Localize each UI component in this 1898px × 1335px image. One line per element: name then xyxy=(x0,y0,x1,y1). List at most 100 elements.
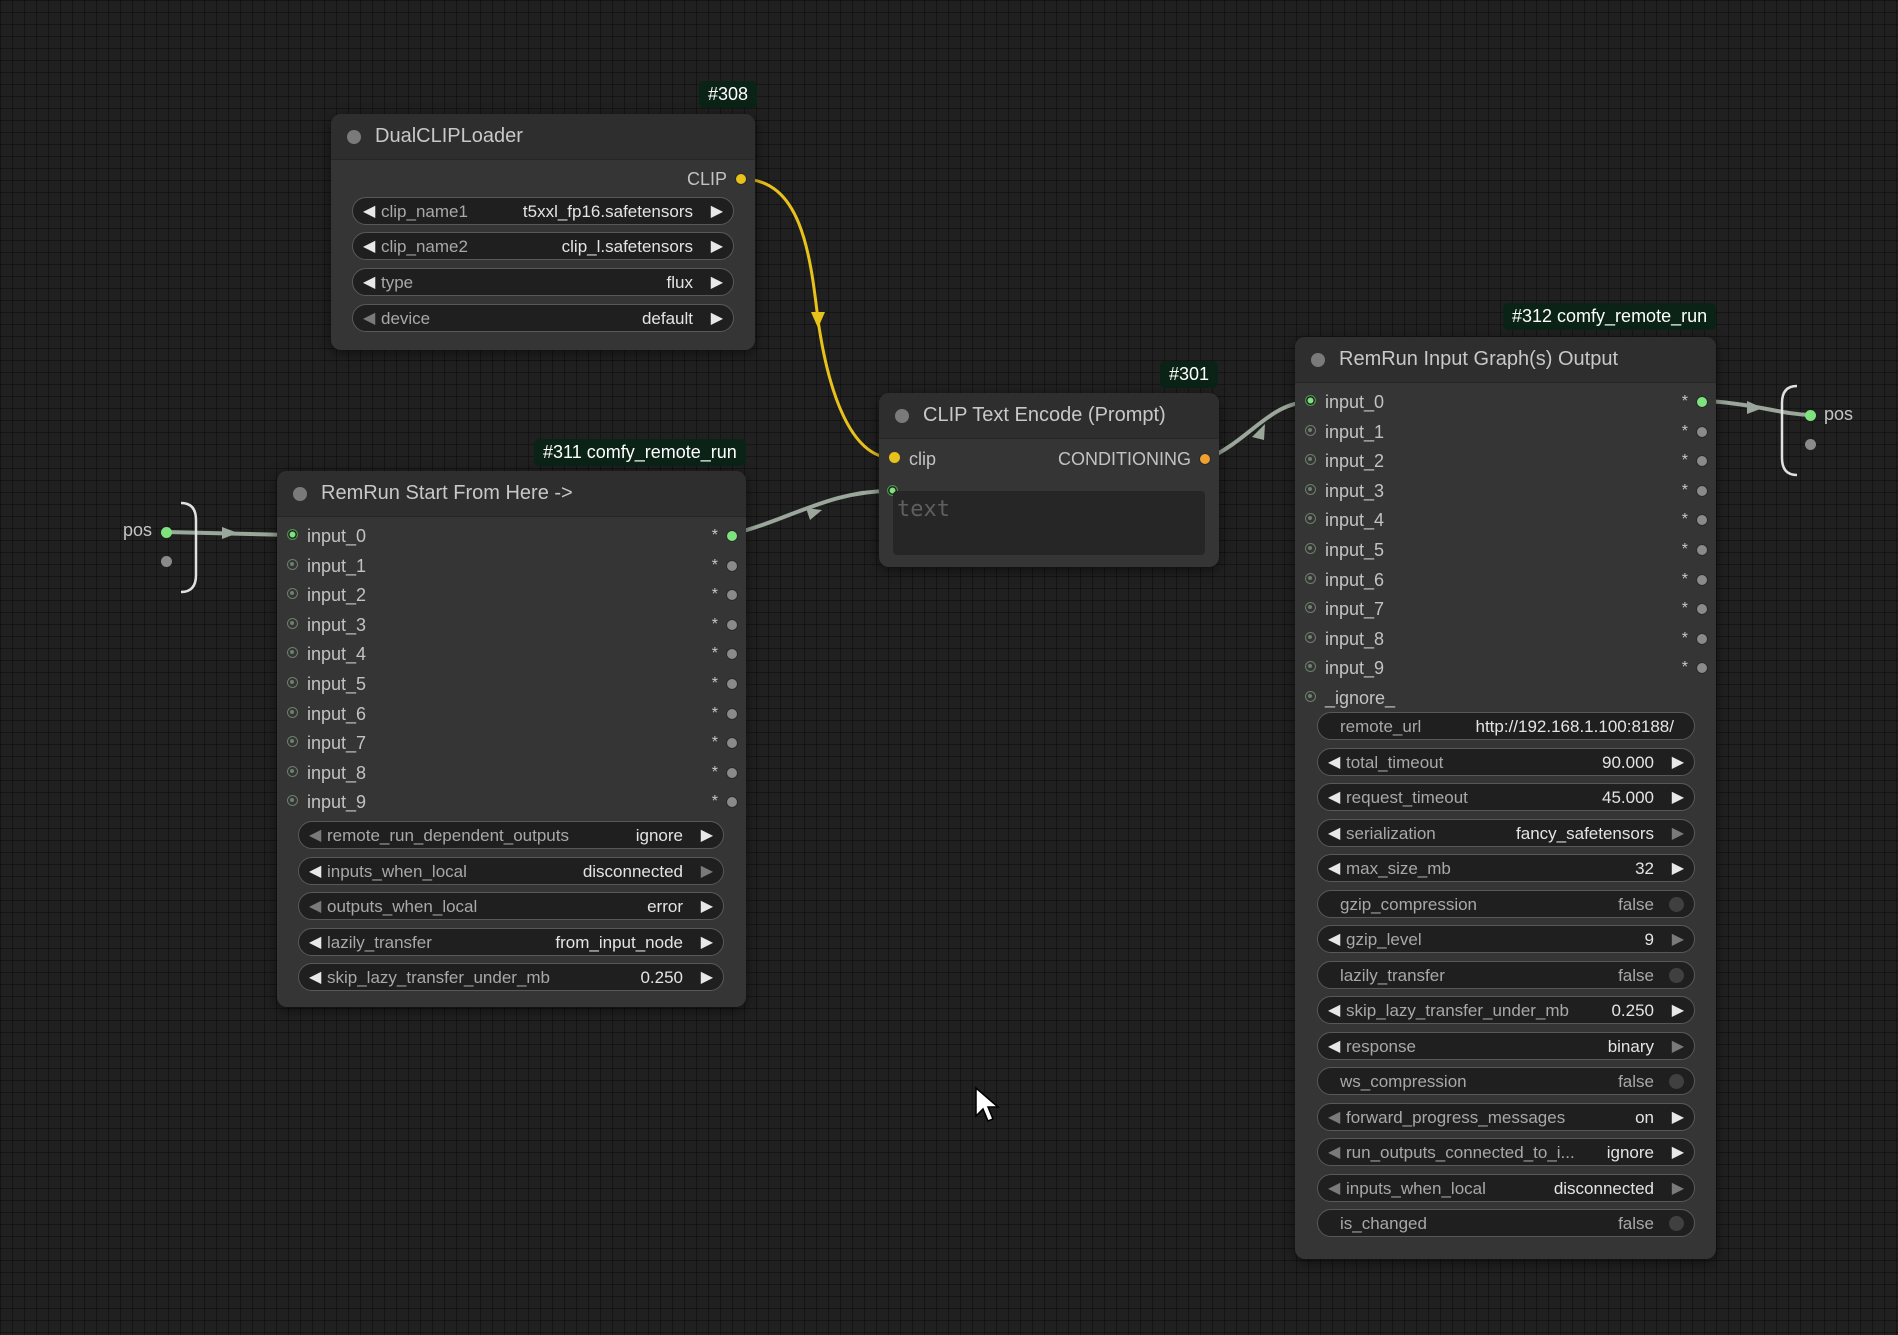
reroute-right-input-slot[interactable] xyxy=(1805,410,1816,421)
increment-arrow-icon[interactable]: ▶ xyxy=(711,305,723,333)
output-slot[interactable] xyxy=(1696,632,1708,645)
increment-arrow-icon[interactable]: ▶ xyxy=(1672,820,1684,848)
widget-type[interactable]: ◀ type flux ▶ xyxy=(352,268,734,296)
decrement-arrow-icon[interactable]: ◀ xyxy=(309,929,321,957)
widget-lazily-transfer[interactable]: ◀ ▶ lazily_transfer from_input_node xyxy=(298,927,724,957)
increment-arrow-icon[interactable]: ▶ xyxy=(1672,1104,1684,1132)
text-prompt-area[interactable]: text xyxy=(893,491,1205,555)
output-slot[interactable] xyxy=(726,618,738,631)
increment-arrow-icon[interactable]: ▶ xyxy=(1672,997,1684,1025)
decrement-arrow-icon[interactable]: ◀ xyxy=(1328,820,1340,848)
input-slot[interactable] xyxy=(1305,631,1316,643)
increment-arrow-icon[interactable]: ▶ xyxy=(711,198,723,226)
node-title-bar[interactable]: RemRun Input Graph(s) Output xyxy=(1295,337,1716,383)
collapse-dot-icon[interactable] xyxy=(1311,353,1325,367)
widget-ws-compression[interactable]: ws_compression false xyxy=(1317,1067,1695,1095)
widget-skip-lazy-transfer-under-mb[interactable]: ◀ ▶ skip_lazy_transfer_under_mb 0.250 xyxy=(298,963,724,992)
widget-remote-run-dependent-outputs[interactable]: ◀ ▶ remote_run_dependent_outputs ignore xyxy=(298,821,724,849)
input-slot[interactable] xyxy=(287,736,298,748)
input-slot[interactable] xyxy=(287,558,298,570)
remrun-input-node[interactable]: RemRun Input Graph(s) Output input_0 * inp… xyxy=(1295,337,1716,1259)
input-slot[interactable] xyxy=(1305,395,1316,406)
decrement-arrow-icon[interactable]: ◀ xyxy=(363,198,375,226)
decrement-arrow-icon[interactable]: ◀ xyxy=(1328,1175,1340,1203)
input-slot[interactable] xyxy=(287,529,298,540)
increment-arrow-icon[interactable]: ▶ xyxy=(1672,1139,1684,1167)
output-slot[interactable] xyxy=(726,559,738,572)
decrement-arrow-icon[interactable]: ◀ xyxy=(1328,855,1340,883)
input-slot[interactable] xyxy=(287,647,298,659)
decrement-arrow-icon[interactable]: ◀ xyxy=(309,964,321,992)
remrun-start-node[interactable]: RemRun Start From Here -> input_0 * input_… xyxy=(277,471,746,1007)
increment-arrow-icon[interactable]: ▶ xyxy=(1672,749,1684,777)
widget-clip-name1[interactable]: ◀ clip_name1 t5xxl_fp16.safetensors ▶ xyxy=(352,197,734,225)
input-slot[interactable] xyxy=(1305,454,1316,466)
widget-max-size-mb[interactable]: ◀ ▶ max_size_mb 32 xyxy=(1317,854,1695,882)
widget-lazily-transfer[interactable]: lazily_transfer false xyxy=(1317,960,1695,989)
output-slot[interactable] xyxy=(726,678,738,690)
widget-device[interactable]: ◀ device default ▶ xyxy=(352,304,734,332)
increment-arrow-icon[interactable]: ▶ xyxy=(1672,926,1684,954)
output-slot[interactable] xyxy=(1696,396,1708,408)
decrement-arrow-icon[interactable]: ◀ xyxy=(309,858,321,886)
widget-inputs-when-local[interactable]: ◀ ▶ inputs_when_local disconnected xyxy=(1317,1173,1695,1203)
widget-remote-url[interactable]: remote_url http://192.168.1.100:8188/ xyxy=(1317,712,1695,740)
widget-clip-name2[interactable]: ◀ clip_name2 clip_l.safetensors ▶ xyxy=(352,232,734,260)
output-slot-clip[interactable] xyxy=(735,173,747,185)
decrement-arrow-icon[interactable]: ◀ xyxy=(1328,1139,1340,1167)
increment-arrow-icon[interactable]: ▶ xyxy=(701,929,713,957)
widget-forward-progress-messages[interactable]: ◀ ▶ forward_progress_messages on xyxy=(1317,1102,1695,1132)
increment-arrow-icon[interactable]: ▶ xyxy=(1672,1033,1684,1061)
widget-run-outputs-connected-to-i[interactable]: ◀ ▶ run_outputs_connected_to_i... ignore xyxy=(1317,1138,1695,1166)
decrement-arrow-icon[interactable]: ◀ xyxy=(1328,926,1340,954)
decrement-arrow-icon[interactable]: ◀ xyxy=(1328,1033,1340,1061)
output-slot[interactable] xyxy=(1696,484,1708,497)
output-slot[interactable] xyxy=(726,589,738,602)
input-slot[interactable] xyxy=(1305,602,1316,614)
output-slot[interactable] xyxy=(726,648,738,661)
input-slot-clip[interactable] xyxy=(889,452,900,463)
collapse-dot-icon[interactable] xyxy=(895,409,909,423)
node-title-bar[interactable]: RemRun Start From Here -> xyxy=(277,471,746,517)
widget-outputs-when-local[interactable]: ◀ ▶ outputs_when_local error xyxy=(298,892,724,921)
output-slot[interactable] xyxy=(1696,455,1708,468)
collapse-dot-icon[interactable] xyxy=(293,487,307,501)
input-slot[interactable] xyxy=(287,617,298,629)
decrement-arrow-icon[interactable]: ◀ xyxy=(309,893,321,921)
input-slot[interactable] xyxy=(1305,424,1316,436)
input-slot[interactable] xyxy=(1305,691,1316,702)
input-slot[interactable] xyxy=(287,795,298,807)
widget-inputs-when-local[interactable]: ◀ ▶ inputs_when_local disconnected xyxy=(298,856,724,886)
output-slot[interactable] xyxy=(1696,425,1708,438)
increment-arrow-icon[interactable]: ▶ xyxy=(1672,784,1684,812)
toggle-knob-icon[interactable] xyxy=(1669,1074,1684,1089)
reroute-left-output-slot[interactable] xyxy=(161,527,172,538)
toggle-knob-icon[interactable] xyxy=(1669,967,1684,983)
input-slot[interactable] xyxy=(287,588,298,600)
toggle-knob-icon[interactable] xyxy=(1669,1216,1684,1231)
increment-arrow-icon[interactable]: ▶ xyxy=(701,893,713,921)
output-slot[interactable] xyxy=(726,737,738,750)
reroute-right-secondary-slot[interactable] xyxy=(1805,439,1816,450)
increment-arrow-icon[interactable]: ▶ xyxy=(701,858,713,886)
decrement-arrow-icon[interactable]: ◀ xyxy=(1328,749,1340,777)
widget-serialization[interactable]: ◀ ▶ serialization fancy_safetensors xyxy=(1317,818,1695,848)
decrement-arrow-icon[interactable]: ◀ xyxy=(1328,997,1340,1025)
widget-response[interactable]: ◀ ▶ response binary xyxy=(1317,1031,1695,1061)
widget-skip-lazy-transfer-under-mb[interactable]: ◀ ▶ skip_lazy_transfer_under_mb 0.250 xyxy=(1317,996,1695,1024)
output-slot[interactable] xyxy=(726,796,738,809)
increment-arrow-icon[interactable]: ▶ xyxy=(701,822,713,850)
output-slot[interactable] xyxy=(1696,573,1708,586)
output-slot[interactable] xyxy=(1696,514,1708,527)
output-slot[interactable] xyxy=(1696,544,1708,556)
input-slot[interactable] xyxy=(1305,661,1316,673)
dualcliploader-node[interactable]: DualCLIPLoader CLIP ◀ clip_name1 t5xxl_f… xyxy=(331,114,755,350)
input-slot[interactable] xyxy=(287,765,298,777)
decrement-arrow-icon[interactable]: ◀ xyxy=(309,822,321,850)
widget-total-timeout[interactable]: ◀ ▶ total_timeout 90.000 xyxy=(1317,747,1695,777)
decrement-arrow-icon[interactable]: ◀ xyxy=(363,269,375,297)
decrement-arrow-icon[interactable]: ◀ xyxy=(1328,784,1340,812)
input-slot[interactable] xyxy=(287,677,298,688)
widget-gzip-level[interactable]: ◀ ▶ gzip_level 9 xyxy=(1317,925,1695,953)
node-title-bar[interactable]: DualCLIPLoader xyxy=(331,114,755,160)
